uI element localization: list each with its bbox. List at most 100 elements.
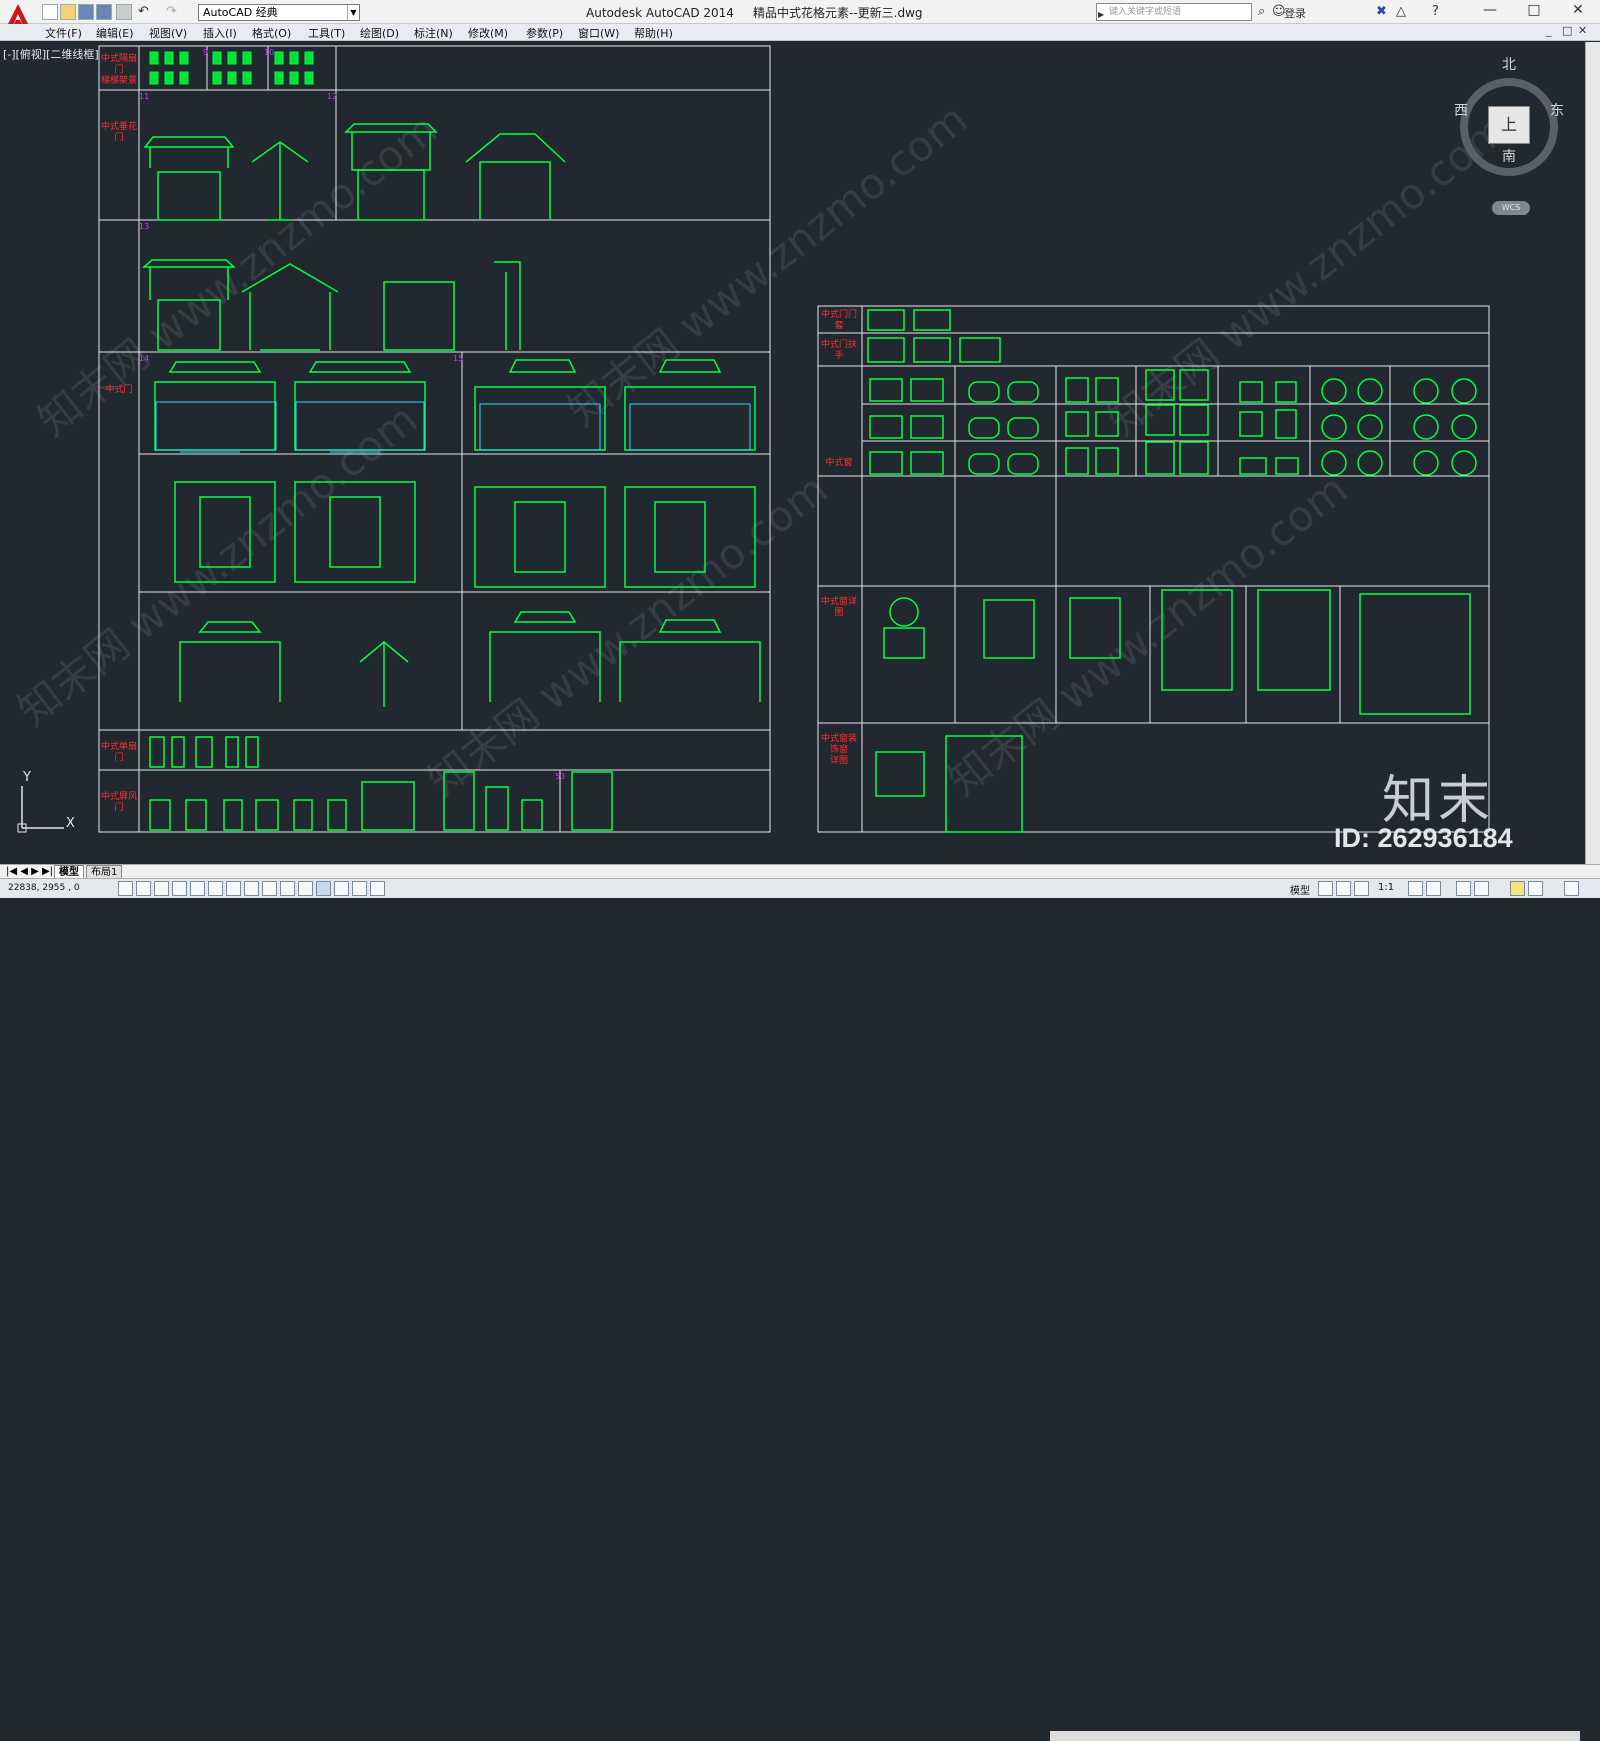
ortho-mode-icon[interactable]: [172, 881, 187, 896]
menu-modify[interactable]: 修改(M): [468, 25, 508, 41]
workspace-switch-icon[interactable]: [1456, 881, 1471, 896]
menu-parametric[interactable]: 参数(P): [526, 25, 563, 41]
clean-screen-icon[interactable]: [1564, 881, 1579, 896]
chevron-down-icon: ▼: [347, 5, 359, 20]
login-link[interactable]: 登录: [1284, 5, 1306, 21]
wcs-menu[interactable]: WCS: [1492, 201, 1530, 215]
compass-south[interactable]: 南: [1502, 146, 1516, 166]
workspace-select[interactable]: AutoCAD 经典 ▼: [198, 4, 360, 21]
dynamic-input-icon[interactable]: [280, 881, 295, 896]
search-input[interactable]: ▶ 键入关键字或短语: [1096, 3, 1252, 21]
compass-east[interactable]: 东: [1550, 100, 1564, 120]
sheet-label: 中式隔扇门 梯梯架景: [100, 54, 137, 86]
selection-cycling-icon[interactable]: [352, 881, 367, 896]
menu-dimension[interactable]: 标注(N): [414, 25, 453, 41]
viewcube-top-face[interactable]: 上: [1488, 106, 1530, 144]
object-snap-tracking-icon[interactable]: [244, 881, 259, 896]
search-placeholder: 键入关键字或短语: [1109, 7, 1182, 17]
save-as-icon[interactable]: [96, 4, 112, 20]
isolate-objects-icon[interactable]: [1528, 881, 1543, 896]
binoculars-icon[interactable]: ⌕: [1258, 4, 1265, 19]
sheet-number: 53: [555, 772, 566, 781]
transparency-icon[interactable]: [316, 881, 331, 896]
compass-north[interactable]: 北: [1502, 54, 1516, 74]
redo-icon[interactable]: ↷: [166, 4, 177, 19]
status-bar: 22838, 2955 , 0 模型 1:1: [0, 878, 1600, 898]
undo-icon[interactable]: ↶: [138, 4, 149, 19]
menu-view[interactable]: 视图(V): [149, 25, 187, 41]
title-bar: ↶ ↷ AutoCAD 经典 ▼ Autodesk AutoCAD 2014 精…: [0, 0, 1600, 30]
tab-model[interactable]: 模型: [54, 865, 84, 879]
minimize-button[interactable]: —: [1468, 0, 1512, 22]
horizontal-scrollbar[interactable]: [1050, 1731, 1580, 1741]
app-title: Autodesk AutoCAD 2014: [586, 6, 734, 20]
doc-restore-icon[interactable]: □: [1562, 24, 1572, 37]
dynamic-ucs-icon[interactable]: [262, 881, 277, 896]
search-arrow-icon: ▶: [1098, 10, 1105, 19]
lock-icon[interactable]: [1474, 881, 1489, 896]
polar-tracking-icon[interactable]: [190, 881, 205, 896]
drawing-canvas[interactable]: [-][俯视][二维线框] 知末网 www.znzmo.com 知末网 www.…: [0, 42, 1585, 864]
object-snap-icon[interactable]: [208, 881, 223, 896]
doc-close-icon[interactable]: ✕: [1578, 24, 1587, 37]
close-button[interactable]: ✕: [1556, 0, 1600, 22]
save-icon[interactable]: [78, 4, 94, 20]
layout-view-icon[interactable]: [1318, 881, 1333, 896]
exchange-icon[interactable]: ✖: [1376, 4, 1387, 19]
menu-edit[interactable]: 编辑(E): [96, 25, 134, 41]
annotation-scale[interactable]: 1:1: [1378, 882, 1394, 893]
annotation-monitor-icon[interactable]: [370, 881, 385, 896]
sheet-label: 中式垂花门: [100, 122, 137, 143]
tab-layout1[interactable]: 布局1: [86, 865, 123, 879]
menu-insert[interactable]: 插入(I): [203, 25, 237, 41]
tab-nav-icons[interactable]: |◀ ◀ ▶ ▶|: [2, 865, 57, 879]
sheet-number: 13: [139, 222, 150, 231]
id-watermark: ID: 262936184: [1334, 823, 1513, 853]
auto-scale-icon[interactable]: [1426, 881, 1441, 896]
quick-view-icon[interactable]: [1336, 881, 1351, 896]
menu-window[interactable]: 窗口(W): [578, 25, 619, 41]
lineweight-icon[interactable]: [298, 881, 313, 896]
layout-tab-bar: |◀ ◀ ▶ ▶| 模型 布局1: [0, 864, 1600, 1741]
sheet-label: 中式窗详图: [820, 597, 857, 618]
file-name: 精品中式花格元素--更新三.dwg: [753, 6, 923, 20]
sheet-number: 11: [139, 92, 150, 101]
annotation-visibility-icon[interactable]: [1408, 881, 1423, 896]
ucs-x-label: X: [66, 816, 75, 831]
sheet-number: 15: [453, 354, 464, 363]
menu-file[interactable]: 文件(F): [45, 25, 82, 41]
help-icon[interactable]: ?: [1432, 4, 1439, 19]
snap-mode-icon[interactable]: [136, 881, 151, 896]
menu-draw[interactable]: 绘图(D): [360, 25, 399, 41]
grid-display-icon[interactable]: [154, 881, 169, 896]
quick-properties-icon[interactable]: [334, 881, 349, 896]
coordinate-readout: 22838, 2955 , 0: [8, 883, 80, 893]
menu-format[interactable]: 格式(O): [252, 25, 291, 41]
ucs-y-label: Y: [23, 770, 31, 785]
sheet-label: 中式屏风门: [100, 792, 137, 813]
new-file-icon[interactable]: [42, 4, 58, 20]
autodesk-360-icon[interactable]: △: [1396, 4, 1406, 19]
sheet-number: 14: [139, 354, 150, 363]
infer-constraints-icon[interactable]: [118, 881, 133, 896]
vertical-scrollbar[interactable]: [1585, 42, 1600, 864]
restore-button[interactable]: □: [1512, 0, 1556, 22]
menu-tools[interactable]: 工具(T): [308, 25, 345, 41]
3d-object-snap-icon[interactable]: [226, 881, 241, 896]
open-file-icon[interactable]: [60, 4, 76, 20]
cad-drawing: [98, 45, 1490, 833]
doc-minimize-icon[interactable]: _: [1546, 24, 1552, 37]
sheet-label: 中式窗: [825, 458, 853, 468]
hardware-acceleration-icon[interactable]: [1510, 881, 1525, 896]
compass-west[interactable]: 西: [1454, 100, 1468, 120]
sheet-label: 中式门: [105, 385, 133, 395]
pan-icon[interactable]: [1354, 881, 1369, 896]
sheet-number: 9: [203, 48, 209, 57]
model-space-button[interactable]: 模型: [1290, 882, 1310, 897]
sheet-number: 10: [264, 48, 275, 57]
menu-help[interactable]: 帮助(H): [634, 25, 673, 41]
window-title: Autodesk AutoCAD 2014 精品中式花格元素--更新三.dwg: [586, 4, 923, 21]
sheet-label: 中式窗装饰窗 详图: [820, 734, 857, 766]
print-icon[interactable]: [116, 4, 132, 20]
viewcube[interactable]: 北 南 西 东 上 WCS: [1446, 57, 1566, 240]
